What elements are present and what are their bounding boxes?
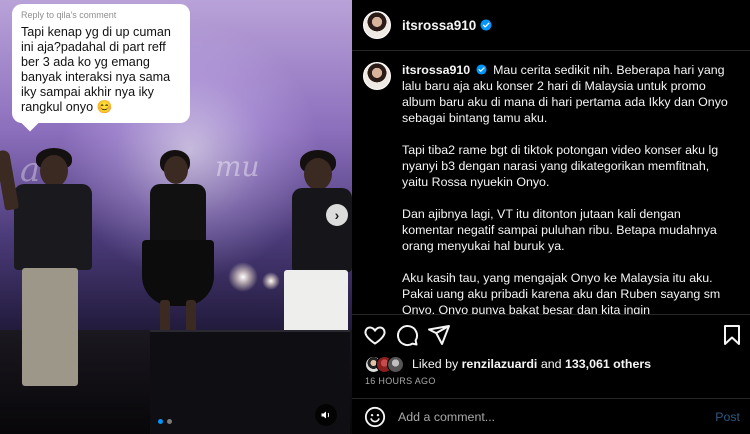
post-header: itsrossa910 (352, 0, 750, 51)
liker-avatar[interactable] (387, 355, 404, 373)
liked-by-username[interactable]: renzilazuardi (462, 357, 538, 371)
likes-row: Liked by renzilazuardi and 133,061 other… (365, 354, 651, 374)
likes-count[interactable]: 133,061 others (565, 357, 651, 371)
carousel-dot (167, 419, 172, 424)
speaker-icon (321, 411, 330, 419)
likes-prefix: Liked by (412, 357, 459, 371)
stage-light (228, 262, 258, 292)
post-comment-button[interactable]: Post (715, 410, 740, 424)
avatar[interactable] (363, 11, 391, 39)
post-timestamp[interactable]: 16 HOURS AGO (365, 376, 436, 386)
heart-icon[interactable] (363, 323, 387, 347)
carousel-dot-active (158, 419, 163, 424)
caption-area[interactable]: itsrossa910 Mau cerita sedikit nih. Bebe… (352, 52, 750, 314)
comment-reply-to: Reply to qila's comment (21, 10, 117, 20)
caption-avatar[interactable] (363, 62, 391, 90)
caption-paragraph: Aku kasih tau, yang mengajak Onyo ke Mal… (402, 271, 721, 314)
caption-username[interactable]: itsrossa910 (402, 63, 470, 77)
comment-input[interactable] (398, 409, 698, 424)
tiktok-comment-sticker: Reply to qila's comment Tapi kenap yg di… (12, 4, 190, 132)
bookmark-icon[interactable] (720, 323, 744, 347)
carousel-next-button[interactable]: › (326, 204, 348, 226)
caption-paragraph: Tapi tiba2 rame bgt di tiktok potongan v… (402, 143, 719, 189)
add-comment-bar: Post (352, 398, 750, 434)
post-media[interactable]: ati mu Reply to qila's comment Tapi kena… (0, 0, 352, 434)
caption-text: itsrossa910 Mau cerita sedikit nih. Bebe… (402, 62, 732, 314)
stage-light (262, 272, 280, 290)
share-icon[interactable] (427, 323, 451, 347)
carousel-indicators (158, 419, 172, 424)
action-bar (352, 314, 750, 354)
verified-badge-icon (480, 19, 492, 31)
likes-text: Liked by renzilazuardi and 133,061 other… (412, 357, 651, 371)
likes-middle: and (540, 357, 562, 371)
post-details-panel: itsrossa910 itsrossa910 Mau cerita sedik… (352, 0, 750, 434)
verified-badge-icon (476, 64, 487, 75)
comment-text: Tapi kenap yg di up cuman ini aja?padaha… (21, 25, 171, 114)
emoji-icon[interactable] (364, 406, 386, 428)
mute-button[interactable] (315, 404, 337, 426)
stage-screen-text-right: mu (215, 150, 260, 183)
comment-icon[interactable] (395, 323, 419, 347)
header-username[interactable]: itsrossa910 (402, 18, 476, 33)
caption-paragraph: Dan ajibnya lagi, VT itu ditonton jutaan… (402, 207, 717, 253)
